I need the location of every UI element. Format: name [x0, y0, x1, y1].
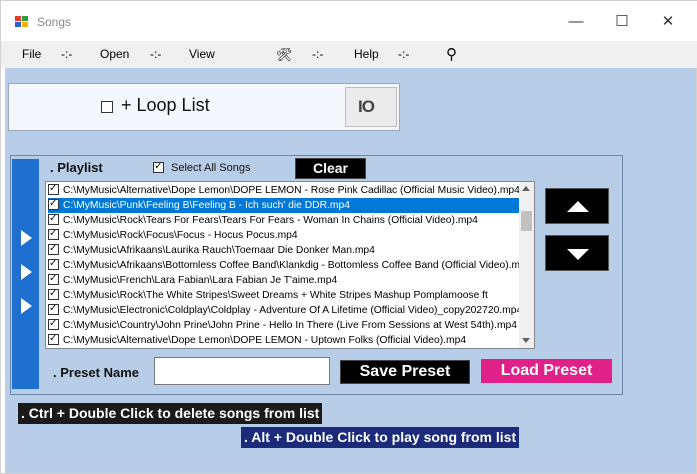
list-item[interactable]: C:\MyMusic\Rock\Tears For Fears\Tears Fo…: [48, 213, 522, 228]
list-item[interactable]: C:\MyMusic\Punk\Feeling B\Feeling B - Ic…: [48, 198, 522, 213]
song-checkbox[interactable]: [48, 273, 59, 286]
song-checkbox[interactable]: [48, 303, 59, 316]
song-checkbox[interactable]: [48, 258, 59, 271]
move-down-button[interactable]: [545, 235, 609, 271]
io-button-label: IO: [358, 97, 375, 116]
song-path: C:\MyMusic\Rock\Tears For Fears\Tears Fo…: [63, 215, 478, 226]
songs-window: Songs — ☐ ✕ File -:- Open -:- View 🛠 -:-…: [0, 0, 697, 474]
window-title: Songs: [37, 15, 72, 29]
song-checkbox[interactable]: [48, 228, 59, 241]
arrow-up-icon: [567, 201, 589, 212]
playlist-list[interactable]: C:\MyMusic\Alternative\Dope Lemon\DOPE L…: [45, 181, 535, 349]
menu-separator: -:-: [61, 47, 73, 61]
save-preset-button[interactable]: Save Preset: [340, 360, 470, 384]
song-path: C:\MyMusic\Alternative\Dope Lemon\DOPE L…: [63, 185, 520, 196]
clear-button[interactable]: Clear: [295, 158, 366, 179]
song-checkbox[interactable]: [48, 213, 59, 226]
title-bar: Songs — ☐ ✕: [1, 1, 697, 43]
close-button[interactable]: ✕: [645, 7, 691, 37]
playlist-scrollbar[interactable]: [519, 182, 534, 348]
scroll-up-icon[interactable]: [522, 186, 530, 191]
scroll-thumb[interactable]: [521, 211, 532, 231]
song-path: C:\MyMusic\Rock\The White Stripes\Sweet …: [63, 290, 488, 301]
arrow-down-icon: [567, 249, 589, 260]
minimize-button[interactable]: —: [553, 7, 599, 37]
side-play-bar: [12, 159, 39, 389]
song-path: C:\MyMusic\Alternative\Dope Lemon\DOPE L…: [63, 335, 467, 346]
song-path: C:\MyMusic\Rock\Focus\Focus - Hocus Pocu…: [63, 230, 298, 241]
list-item[interactable]: C:\MyMusic\Afrikaans\Laurika Rauch\Toema…: [48, 243, 522, 258]
menu-view[interactable]: View: [189, 41, 215, 68]
io-button[interactable]: IO: [345, 87, 397, 127]
song-checkbox[interactable]: [48, 198, 59, 211]
menu-separator: -:-: [398, 47, 410, 61]
menu-file[interactable]: File: [22, 41, 41, 68]
move-up-button[interactable]: [545, 188, 609, 224]
list-item[interactable]: C:\MyMusic\French\Lara Fabian\Lara Fabia…: [48, 273, 522, 288]
play-arrow-icon[interactable]: [21, 230, 32, 246]
song-checkbox[interactable]: [48, 318, 59, 331]
song-checkbox[interactable]: [48, 288, 59, 301]
maximize-button[interactable]: ☐: [599, 7, 645, 37]
list-item[interactable]: C:\MyMusic\Electronic\Coldplay\Coldplay …: [48, 303, 522, 318]
preset-name-label: . Preset Name: [53, 365, 139, 380]
playlist-label: . Playlist: [50, 160, 103, 175]
tools-icon[interactable]: 🛠: [276, 41, 293, 68]
menu-help[interactable]: Help: [354, 41, 379, 68]
list-item[interactable]: C:\MyMusic\Afrikaans\Bottomless Coffee B…: [48, 258, 522, 273]
play-arrow-icon[interactable]: [21, 264, 32, 280]
song-checkbox[interactable]: [48, 333, 59, 346]
menu-bar: File -:- Open -:- View 🛠 -:- Help -:- ⚲: [1, 41, 697, 68]
list-item[interactable]: C:\MyMusic\Rock\The White Stripes\Sweet …: [48, 288, 522, 303]
menu-separator: -:-: [312, 47, 324, 61]
preset-name-input[interactable]: [154, 357, 330, 385]
select-all-checkbox[interactable]: [153, 159, 164, 173]
key-icon[interactable]: ⚲: [446, 41, 457, 68]
menu-separator: -:-: [150, 47, 162, 61]
list-item[interactable]: C:\MyMusic\Alternative\Dope Lemon\DOPE L…: [48, 333, 522, 348]
delete-hint: . Ctrl + Double Click to delete songs fr…: [18, 403, 323, 424]
song-checkbox[interactable]: [48, 183, 59, 196]
song-checkbox[interactable]: [48, 243, 59, 256]
scroll-down-icon[interactable]: [522, 338, 530, 343]
loop-list-label: + Loop List: [121, 95, 210, 115]
song-path: C:\MyMusic\Afrikaans\Laurika Rauch\Toema…: [63, 245, 375, 256]
song-path: C:\MyMusic\Afrikaans\Bottomless Coffee B…: [63, 260, 522, 271]
select-all-label: Select All Songs: [171, 162, 251, 174]
song-path: C:\MyMusic\Country\John Prine\John Prine…: [63, 320, 518, 331]
list-item[interactable]: C:\MyMusic\Country\John Prine\John Prine…: [48, 318, 522, 333]
loop-list-checkbox[interactable]: [101, 101, 113, 113]
play-hint: . Alt + Double Click to play song from l…: [241, 427, 520, 448]
song-path: C:\MyMusic\French\Lara Fabian\Lara Fabia…: [63, 275, 338, 286]
song-path: C:\MyMusic\Electronic\Coldplay\Coldplay …: [63, 305, 522, 316]
load-preset-button[interactable]: Load Preset: [481, 359, 612, 383]
loop-panel: + Loop List IO: [8, 83, 400, 131]
menu-open[interactable]: Open: [100, 41, 129, 68]
play-arrow-icon[interactable]: [21, 298, 32, 314]
song-path: C:\MyMusic\Punk\Feeling B\Feeling B - Ic…: [63, 200, 350, 211]
app-icon: [15, 16, 29, 28]
list-item[interactable]: C:\MyMusic\Rock\Focus\Focus - Hocus Pocu…: [48, 228, 522, 243]
list-item[interactable]: C:\MyMusic\Alternative\Dope Lemon\DOPE L…: [48, 183, 522, 198]
